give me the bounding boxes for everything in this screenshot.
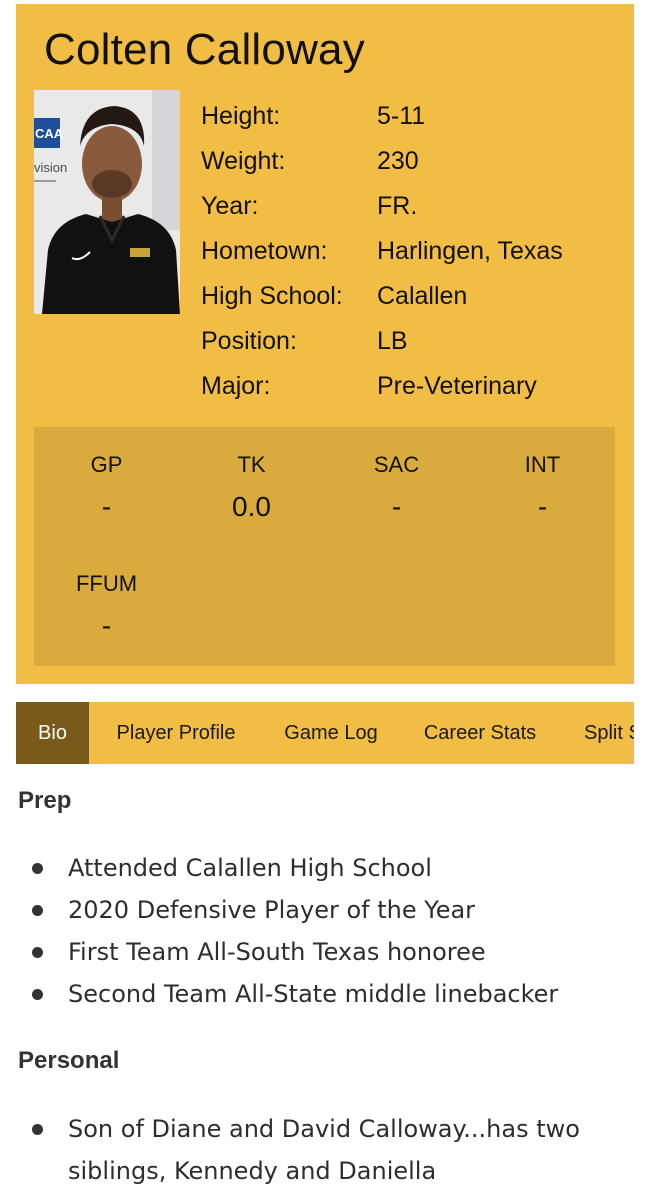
info-value: 5-11 [377, 102, 426, 130]
stat-label: FFUM [75, 571, 138, 596]
info-value: 230 [377, 147, 419, 175]
list-item-text: Son of Diane and David Calloway...has tw… [68, 1115, 580, 1185]
stat-label: SAC [373, 452, 420, 477]
stat-tk: TK 0.0 [179, 451, 324, 525]
stat-sac: SAC - [324, 451, 469, 525]
stat-ffum: FFUM - [34, 570, 179, 644]
stat-value: 0.0 [232, 491, 271, 522]
info-label: Major: [201, 372, 271, 400]
bullet-dot-icon [32, 863, 43, 874]
player-name: Colten Calloway [44, 25, 365, 74]
list-item-text: Attended Calallen High School [68, 854, 432, 882]
list-item: First Team All-South Texas honoree [30, 931, 620, 973]
tab-career-stats[interactable]: Career Stats [412, 702, 548, 764]
stat-label: TK [237, 452, 266, 477]
list-item: Attended Calallen High School [30, 847, 620, 889]
tab-player-profile[interactable]: Player Profile [100, 702, 252, 764]
info-value: Calallen [377, 282, 468, 310]
info-label: Year: [201, 192, 259, 220]
list-item-text: 2020 Defensive Player of the Year [68, 896, 476, 924]
stats-panel: GP - TK 0.0 SAC - INT - FFUM - [34, 427, 615, 666]
info-label: Weight: [201, 147, 286, 175]
stat-label: GP [90, 452, 123, 477]
section-title-personal: Personal [18, 1047, 120, 1074]
bullet-dot-icon [32, 905, 43, 916]
info-value: Harlingen, Texas [377, 237, 563, 265]
info-value: FR. [377, 192, 418, 220]
stat-value: - [391, 491, 402, 522]
player-headshot: CAA vision [34, 90, 180, 314]
stat-gp: GP - [34, 451, 179, 525]
personal-list: Son of Diane and David Calloway...has tw… [30, 1108, 620, 1192]
info-label: Hometown: [201, 237, 328, 265]
tab-bio[interactable]: Bio [16, 702, 89, 764]
player-card: Colten Calloway CAA vision Height: 5-11 … [16, 4, 634, 684]
stat-int: INT - [470, 451, 615, 525]
list-item: Son of Diane and David Calloway...has tw… [30, 1108, 620, 1192]
svg-text:CAA: CAA [35, 126, 64, 141]
section-title-prep: Prep [18, 787, 72, 814]
stat-label: INT [524, 452, 561, 477]
bullet-dot-icon [32, 989, 43, 1000]
bullet-dot-icon [32, 1124, 43, 1135]
info-value: LB [377, 327, 408, 355]
list-item-text: Second Team All-State middle linebacker [68, 980, 559, 1008]
player-headshot-image: CAA vision [34, 90, 180, 314]
prep-list: Attended Calallen High School 2020 Defen… [30, 847, 620, 1015]
list-item-text: First Team All-South Texas honoree [68, 938, 486, 966]
info-label: Position: [201, 327, 297, 355]
info-label: High School: [201, 282, 343, 310]
list-item: Second Team All-State middle linebacker [30, 973, 620, 1015]
tab-bar: Bio Player Profile Game Log Career Stats… [16, 702, 634, 764]
info-value: Pre-Veterinary [377, 372, 537, 400]
tab-split-stats[interactable]: Split Stats [584, 702, 634, 764]
tab-game-log[interactable]: Game Log [272, 702, 390, 764]
bullet-dot-icon [32, 947, 43, 958]
svg-text:vision: vision [34, 160, 67, 175]
info-label: Height: [201, 102, 281, 130]
stat-value: - [101, 491, 112, 522]
stat-value: - [537, 491, 548, 522]
stat-value: - [101, 610, 112, 641]
list-item: 2020 Defensive Player of the Year [30, 889, 620, 931]
